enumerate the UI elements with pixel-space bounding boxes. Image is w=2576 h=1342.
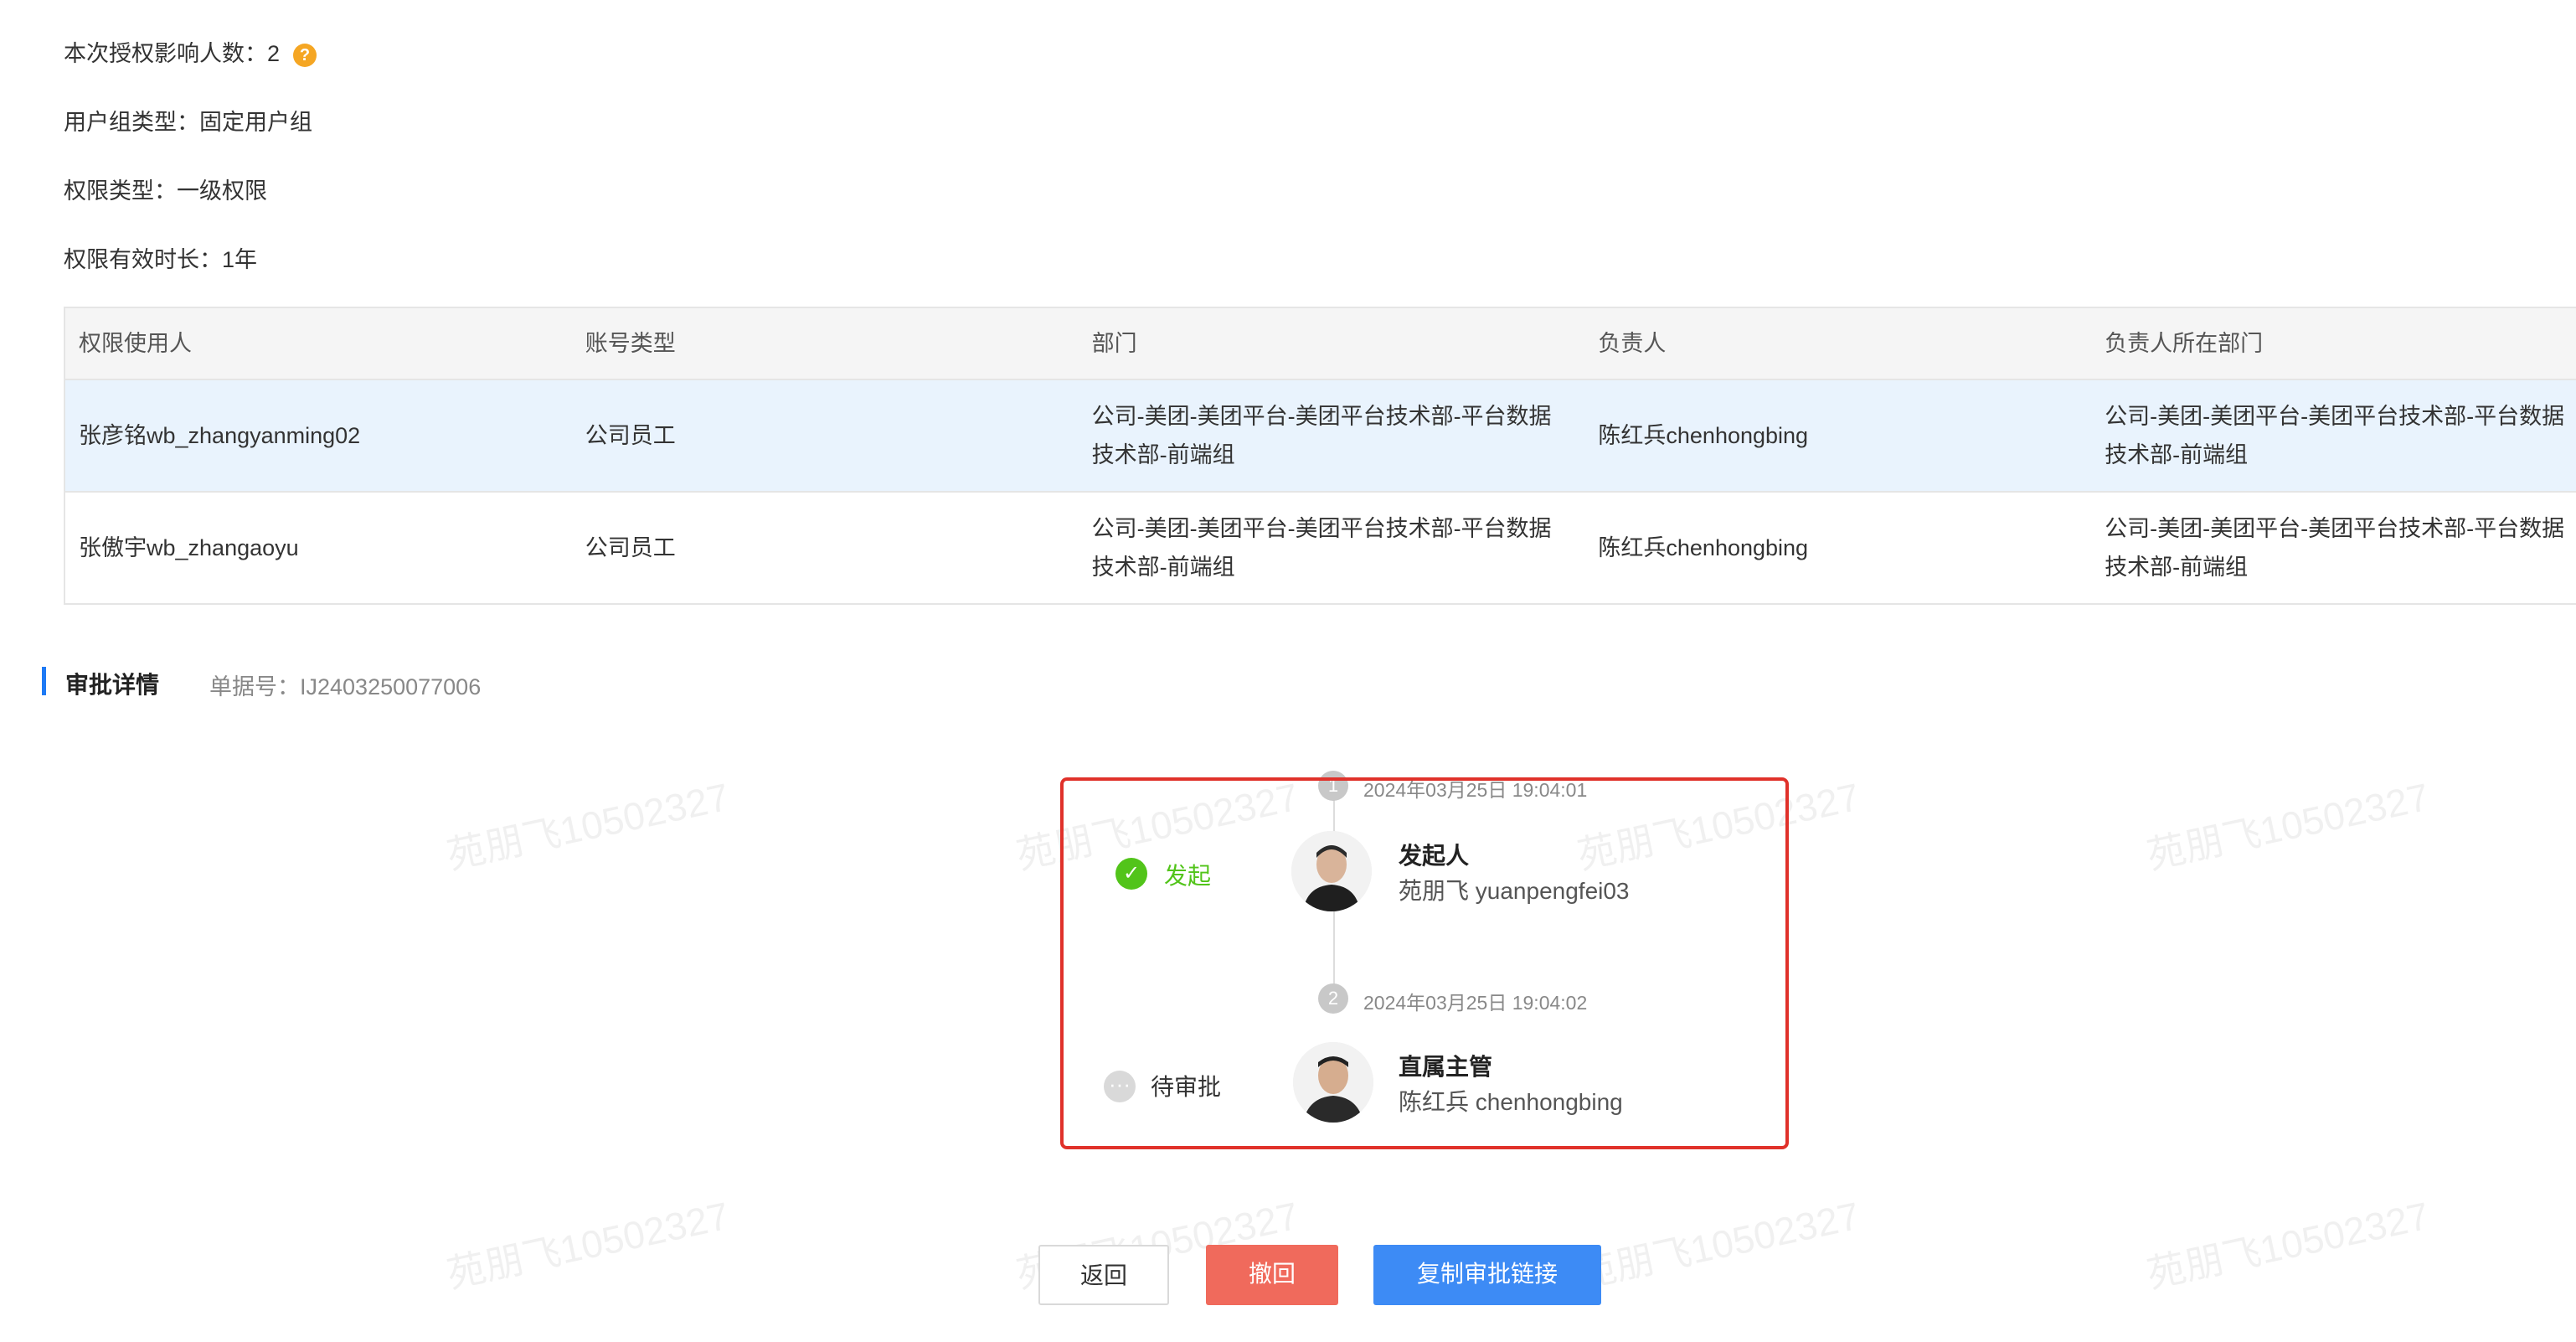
table-row[interactable]: 张傲宇wb_zhangaoyu 公司员工 公司-美团-美团平台-美团平台技术部-… — [65, 491, 2576, 603]
column-header: 负责人所在部门 — [2105, 331, 2264, 356]
table-cell: 公司-美团-美团平台-美团平台技术部-平台数据技术部-前端组 — [1091, 404, 1552, 467]
table-cell: 公司-美团-美团平台-美团平台技术部-平台数据技术部-前端组 — [2105, 404, 2565, 467]
table-cell: 陈红兵chenhongbing — [1598, 535, 1809, 560]
table-cell: 公司员工 — [585, 535, 676, 560]
user-table: 权限使用人 账号类型 部门 负责人 负责人所在部门 张彦铭wb_zhangyan… — [64, 307, 2576, 605]
watermark: 苑朋飞10502327 — [442, 774, 733, 877]
copy-approval-link-button[interactable]: 复制审批链接 — [1373, 1245, 1601, 1305]
permission-duration: 权限有效时长：1年 — [64, 247, 258, 272]
group-type: 用户组类型：固定用户组 — [64, 110, 312, 135]
section-accent-bar — [42, 667, 46, 695]
approval-flow-highlight — [1060, 777, 1789, 1149]
watermark: 苑朋飞10502327 — [2142, 774, 2433, 877]
affected-count-label: 本次授权影响人数：2 — [64, 41, 281, 66]
table-header: 权限使用人 账号类型 部门 负责人 负责人所在部门 — [65, 308, 2576, 379]
section-title: 审批详情 — [65, 672, 160, 698]
permission-type: 权限类型：一级权限 — [64, 178, 267, 204]
table-cell: 张彦铭wb_zhangyanming02 — [79, 423, 361, 448]
order-number: 单据号：IJ2403250077006 — [209, 674, 482, 699]
column-header: 负责人 — [1598, 331, 1667, 356]
column-header: 账号类型 — [585, 331, 676, 356]
watermark: 苑朋飞10502327 — [2142, 1193, 2433, 1296]
table-row[interactable]: 张彦铭wb_zhangyanming02 公司员工 公司-美团-美团平台-美团平… — [65, 379, 2576, 491]
back-button[interactable]: 返回 — [1038, 1245, 1169, 1305]
affected-count: 本次授权影响人数：2? — [64, 35, 317, 68]
table-cell: 陈红兵chenhongbing — [1598, 423, 1809, 448]
help-icon[interactable]: ? — [293, 43, 317, 67]
column-header: 部门 — [1091, 331, 1137, 356]
table-cell: 张傲宇wb_zhangaoyu — [79, 535, 299, 560]
table-cell: 公司-美团-美团平台-美团平台技术部-平台数据技术部-前端组 — [2105, 516, 2565, 580]
table-cell: 公司-美团-美团平台-美团平台技术部-平台数据技术部-前端组 — [1091, 516, 1552, 580]
column-header: 权限使用人 — [79, 331, 192, 356]
watermark: 苑朋飞10502327 — [442, 1193, 733, 1296]
revoke-button[interactable]: 撤回 — [1206, 1245, 1338, 1305]
table-cell: 公司员工 — [585, 423, 676, 448]
watermark: 苑朋飞10502327 — [1573, 1193, 1863, 1296]
